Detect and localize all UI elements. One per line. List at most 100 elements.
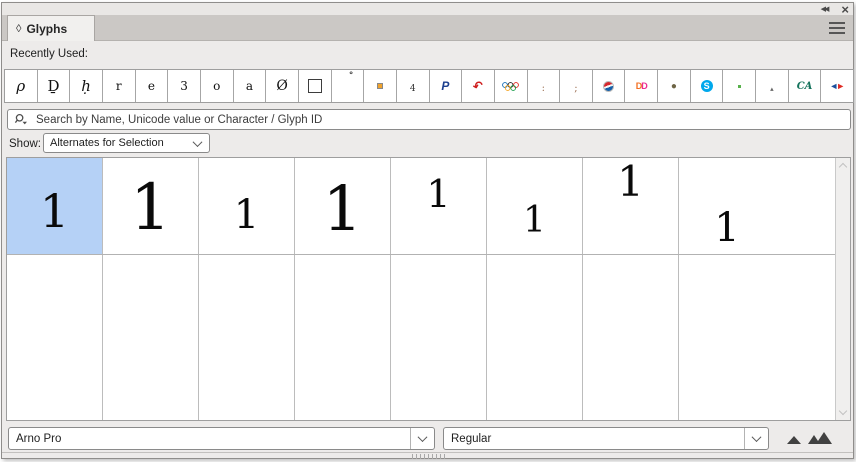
- glyph-cell-numerator[interactable]: 1: [391, 158, 487, 254]
- glyph-skype-logo[interactable]: S: [690, 70, 724, 102]
- font-style-dropdown[interactable]: Regular: [443, 427, 769, 450]
- glyph-a-glyph: a: [245, 79, 253, 93]
- show-label: Show:: [9, 138, 41, 150]
- glyph-char: 1: [130, 171, 171, 245]
- zoom-out-button[interactable]: [783, 432, 805, 446]
- glyph-shell-mark[interactable]: ●: [658, 70, 691, 102]
- recently-used-strip: ρ Ḏḥ r e 3 o a Ø ˚ 4 P ↶:; DD ● S ▴ CA ◄ ►: [4, 69, 854, 103]
- font-family-value: Arno Pro: [16, 432, 62, 445]
- glyph-a[interactable]: a: [233, 70, 267, 102]
- close-icon[interactable]: ×: [841, 3, 849, 16]
- glyph-ring-above[interactable]: ˚: [331, 70, 365, 102]
- glyph-cell-subscript[interactable]: 1: [679, 158, 835, 254]
- glyph-four-inferior-glyph: 4: [409, 84, 416, 94]
- glyph-cell-oldstyle-small[interactable]: 1: [199, 158, 295, 254]
- glyph-small-mark[interactable]: ▴: [756, 70, 789, 102]
- glyph-r-glyph: r: [115, 79, 122, 93]
- show-dropdown[interactable]: Alternates for Selection: [43, 133, 210, 153]
- glyph-cell-denominator[interactable]: 1: [487, 158, 583, 254]
- glyph-credit-agricole[interactable]: CA: [788, 70, 822, 102]
- glyph-rho[interactable]: ρ: [5, 70, 38, 102]
- glyph-carrefour-logo[interactable]: ◄ ►: [821, 70, 854, 102]
- search-icon: [14, 113, 27, 125]
- show-dropdown-value: Alternates for Selection: [50, 137, 164, 149]
- glyph-white-square[interactable]: [298, 70, 332, 102]
- glyph-pepsi-logo[interactable]: [592, 70, 626, 102]
- glyph-grid: 1 1 1 1 1 1 1 1: [6, 157, 851, 421]
- glyph-orange-square[interactable]: [364, 70, 397, 102]
- chevron-down-icon: [192, 136, 202, 147]
- glyph-cell-empty[interactable]: [391, 255, 487, 420]
- chevron-down-icon: [417, 432, 428, 443]
- glyph-colon-glyph: :: [541, 82, 546, 94]
- glyph-cell-empty[interactable]: [679, 255, 835, 420]
- glyph-cell-lining[interactable]: 1: [295, 158, 391, 254]
- glyph-cell-superscript[interactable]: 1: [583, 158, 679, 254]
- tab-glyphs[interactable]: ◊ Glyphs: [7, 15, 95, 41]
- glyph-o[interactable]: o: [200, 70, 234, 102]
- glyph-e[interactable]: e: [135, 70, 169, 102]
- zoom-in-button[interactable]: [808, 429, 834, 446]
- glyph-r[interactable]: r: [102, 70, 136, 102]
- glyph-cell-empty[interactable]: [103, 255, 199, 420]
- glyph-orange-square-glyph: [377, 83, 384, 89]
- glyph-ring-above-glyph: ˚: [349, 70, 354, 84]
- glyph-four-inferior[interactable]: 4: [396, 70, 430, 102]
- glyph-char: 1: [523, 200, 546, 241]
- glyph-olympic-rings[interactable]: [494, 70, 528, 102]
- glyph-three[interactable]: 3: [168, 70, 201, 102]
- glyph-grid-row: [7, 255, 835, 420]
- glyph-e-glyph: e: [147, 79, 155, 93]
- glyph-colon[interactable]: :: [527, 70, 561, 102]
- glyph-char: 1: [426, 172, 451, 216]
- glyph-green-dot[interactable]: [723, 70, 757, 102]
- glyph-cell-lining-large[interactable]: 1: [103, 158, 199, 254]
- glyph-cell-empty[interactable]: [199, 255, 295, 420]
- glyph-search-input[interactable]: Search by Name, Unicode value or Charact…: [7, 109, 851, 130]
- glyph-grid-row: 1 1 1 1 1 1 1 1: [7, 158, 835, 255]
- glyph-credit-agricole-glyph: CA: [796, 80, 813, 92]
- grid-scrollbar[interactable]: [835, 158, 850, 420]
- glyph-h-dotbelow[interactable]: ḥ: [70, 70, 103, 102]
- glyphs-panel: ◀◀ × ◊ Glyphs Recently Used: ρ Ḏḥ r e 3 o a Ø ˚ 4…: [1, 2, 854, 459]
- collapse-panel-icon[interactable]: ◀◀: [821, 6, 830, 13]
- panel-title-strip: ◀◀ ×: [2, 3, 853, 16]
- tab-glyphs-label: Glyphs: [26, 21, 68, 36]
- glyph-o-slash[interactable]: Ø: [266, 70, 299, 102]
- glyph-cell-empty[interactable]: [7, 255, 103, 420]
- glyph-red-swash-glyph: ↶: [471, 77, 485, 95]
- glyph-char: 1: [322, 172, 363, 245]
- glyph-char: 1: [714, 205, 740, 251]
- glyph-semicolon[interactable]: ;: [560, 70, 593, 102]
- glyph-cell-empty[interactable]: [295, 255, 391, 420]
- recently-used-label: Recently Used:: [10, 48, 88, 60]
- footer-divider: [2, 452, 853, 453]
- glyph-small-mark-glyph: ▴: [770, 86, 774, 93]
- glyph-semicolon-glyph: ;: [574, 82, 578, 94]
- glyph-cell-empty[interactable]: [583, 255, 679, 420]
- resize-grip[interactable]: [412, 454, 448, 459]
- glyph-skype-logo-glyph: S: [700, 80, 713, 92]
- glyph-cell-oldstyle-selected[interactable]: 1: [7, 158, 103, 254]
- glyph-red-swash[interactable]: ↶: [462, 70, 495, 102]
- glyph-pepsi-logo-glyph: [603, 80, 615, 92]
- panel-tab-bar: ◊ Glyphs: [2, 15, 853, 41]
- glyph-shell-mark-glyph: ●: [670, 80, 677, 92]
- glyph-paypal-logo[interactable]: P: [429, 70, 463, 102]
- glyph-o-glyph: o: [213, 79, 221, 93]
- glyph-D-underbar-glyph: Ḏ: [47, 77, 60, 95]
- scroll-down-icon[interactable]: [838, 406, 848, 416]
- font-family-dropdown[interactable]: Arno Pro: [8, 427, 435, 450]
- glyph-carrefour-logo-glyph: ◄ ►: [829, 81, 846, 91]
- chevron-down-icon: [751, 432, 762, 443]
- glyph-char: 1: [233, 192, 260, 238]
- panel-collapse-diamond-icon[interactable]: ◊: [16, 23, 21, 35]
- glyph-cell-empty[interactable]: [487, 255, 583, 420]
- glyph-dunkin-logo-glyph: DD: [635, 81, 648, 91]
- search-placeholder: Search by Name, Unicode value or Charact…: [36, 113, 323, 126]
- panel-menu-icon[interactable]: [829, 22, 845, 34]
- glyph-D-underbar[interactable]: Ḏ: [37, 70, 71, 102]
- scroll-up-icon[interactable]: [838, 162, 848, 172]
- glyph-dunkin-logo[interactable]: DD: [625, 70, 659, 102]
- glyph-green-dot-glyph: [737, 84, 741, 88]
